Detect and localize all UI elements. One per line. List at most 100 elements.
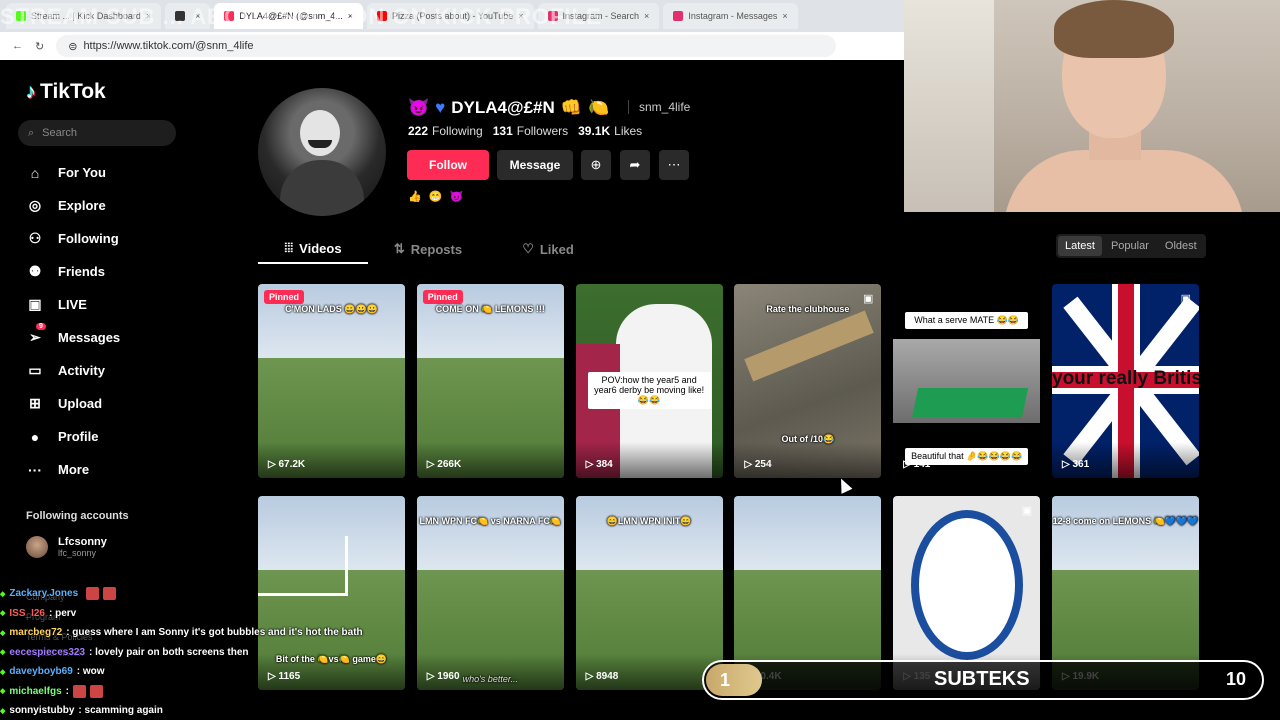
sort-latest[interactable]: Latest — [1058, 236, 1102, 256]
chat-username[interactable]: sonnyistubby — [9, 705, 74, 716]
view-count: ▷ 8948 — [586, 671, 619, 682]
view-count-text: 8948 — [596, 671, 619, 682]
sidebar-item-label: More — [58, 462, 90, 477]
chat-badge-icon: ◆ — [0, 629, 6, 637]
video-thumbnail[interactable]: POV:how the year5 and year6 derby be mov… — [575, 284, 723, 478]
emote-icon — [86, 587, 100, 601]
heart-icon: ♥ — [435, 98, 446, 117]
chat-text: : guess where I am Sonny it's got bubble… — [66, 627, 363, 639]
view-count: ▷ 1960 — [427, 671, 460, 682]
chat-username[interactable]: michaelfgs — [9, 686, 61, 697]
wood-plank — [744, 310, 875, 382]
sidebar-item-more[interactable]: ··· More — [26, 453, 120, 486]
close-icon[interactable]: × — [195, 11, 200, 21]
webcam-background — [904, 0, 994, 212]
view-count-text: 1960 — [437, 671, 460, 682]
friends-icon: ⚉ — [28, 263, 42, 279]
close-icon[interactable]: × — [782, 11, 787, 21]
video-thumbnail[interactable]: 😄LMN WPN INIT😄 ▷ 8948 — [575, 496, 723, 690]
browser-tab[interactable]: DYLA4@£#N (@snm_4... × — [214, 3, 363, 29]
stat-followers[interactable]: 131 Followers — [493, 124, 568, 138]
video-thumbnail[interactable]: Rate the clubhouse Out of /10😂 ▣ ▷ 254 — [734, 284, 882, 478]
stat-following[interactable]: 222 Following — [408, 124, 483, 138]
sidebar-item-explore[interactable]: ◎ Explore — [26, 189, 120, 222]
chat-username[interactable]: daveyboyb69 — [9, 666, 72, 677]
back-icon[interactable]: ← — [12, 40, 23, 52]
browser-tab[interactable]: Stream ... | Kick Dashboard × — [6, 3, 162, 29]
tiktok-logo[interactable]: ♪ TikTok — [26, 80, 106, 104]
sidebar-item-messages[interactable]: ➢ 9 Messages — [26, 321, 120, 354]
video-caption: POV:how the year5 and year6 derby be mov… — [587, 372, 711, 409]
close-icon[interactable]: × — [518, 11, 523, 21]
video-caption-secondary: Out of /10😂 — [781, 434, 835, 444]
sidebar-item-label: Profile — [58, 429, 99, 444]
browser-tab[interactable]: Pizza (Posts about) - YouTube × — [367, 3, 534, 29]
tab-label: Reposts — [410, 241, 463, 257]
sidebar-item-for-you[interactable]: ⌂ For You — [26, 156, 120, 189]
follow-button[interactable]: Follow — [407, 150, 489, 180]
sidebar-item-label: Friends — [58, 264, 105, 279]
browser-tab[interactable]: Instagram - Search × — [537, 3, 660, 29]
browser-tab[interactable]: × — [165, 3, 211, 29]
close-icon[interactable]: × — [348, 11, 353, 21]
sidebar-item-label: Messages — [58, 330, 121, 345]
video-caption: 😄LMN WPN INIT😄 — [606, 516, 692, 526]
search-input[interactable]: ⌕ Search — [18, 120, 176, 146]
video-caption: Rate the clubhouse — [766, 304, 850, 314]
video-thumbnail[interactable]: Pinned C'MON LADS 😀😀😀 ▷ 67.2K — [258, 284, 405, 478]
following-account[interactable]: Lfcsonny lfc_sonny — [26, 536, 107, 558]
tab-reposts[interactable]: ⇅ Reposts — [368, 234, 488, 264]
video-thumbnail[interactable]: LMN WPN FC🍋 vs NARNA FC🍋 who's better... ▷… — [416, 496, 564, 690]
sidebar-item-friends[interactable]: ⚉ Friends — [26, 255, 120, 288]
pinned-badge: Pinned — [422, 290, 463, 304]
sort-oldest[interactable]: Oldest — [1158, 236, 1204, 256]
chat-message: ◆ ISS_I26: perv — [0, 604, 380, 624]
profile-display-name: 😈 ♥ DYLA4@£#N 👊 🍋 — [408, 98, 609, 118]
sort-popular[interactable]: Popular — [1104, 236, 1156, 256]
browser-tab[interactable]: Instagram - Messages × — [663, 3, 798, 29]
close-icon[interactable]: × — [644, 11, 649, 21]
tab-label: Liked — [539, 241, 574, 257]
sidebar-item-following[interactable]: ⚇ Following — [26, 222, 120, 255]
site-info-icon[interactable]: ⊜ — [68, 40, 77, 53]
play-icon: ▷ — [744, 459, 755, 470]
chat-username[interactable]: eecespieces323 — [9, 647, 85, 658]
video-caption: What a serve MATE 😂😂 — [905, 312, 1029, 329]
more-options-icon[interactable]: ⋯ — [659, 150, 689, 180]
chat-username[interactable]: ISS_I26 — [9, 608, 45, 619]
likes-label: Likes — [614, 124, 643, 138]
sidebar-item-label: Following — [58, 231, 119, 246]
tab-videos[interactable]: ⦙⦙⦙ Videos — [258, 234, 368, 264]
sub-goal-bar: 1 SUBTEKS 10 — [702, 660, 1264, 700]
followers-count: 131 — [492, 124, 513, 138]
sidebar-item-upload[interactable]: ⊞ Upload — [26, 387, 120, 420]
sidebar-item-profile[interactable]: ● Profile — [26, 420, 120, 453]
emoji-icon: 👊 — [560, 98, 582, 117]
view-count-text: 266K — [437, 459, 462, 470]
sort-toggle: Latest Popular Oldest — [1056, 234, 1206, 258]
video-thumbnail[interactable]: What a serve MATE 😂😂 Beautiful that 🤌😂😂😂😂… — [893, 284, 1041, 478]
sidebar-item-live[interactable]: ▣ LIVE — [26, 288, 120, 321]
add-friend-icon[interactable]: ⊕ — [581, 150, 611, 180]
address-bar: ← ↻ ⊜ https://www.tiktok.com/@snm_4life — [0, 32, 904, 60]
chat-username[interactable]: Zackary.Jones — [9, 588, 78, 599]
sub-goal-title: SUBTEKS — [934, 668, 1030, 690]
chat-username[interactable]: marcbeg72 — [9, 627, 62, 638]
emote-icon — [89, 684, 103, 698]
close-icon[interactable]: × — [146, 11, 151, 21]
chat-message: ◆ Zackary.Jones — [0, 584, 380, 604]
video-thumbnail[interactable]: Pinned COME ON 🍋 LEMONS !!! ▷ 266K — [416, 284, 564, 478]
logo-text: TikTok — [40, 80, 106, 103]
share-icon[interactable]: ➦ — [620, 150, 650, 180]
tab-liked[interactable]: ♡ Liked — [488, 234, 608, 264]
view-count: ▷ 266K — [427, 459, 461, 470]
sidebar-item-activity[interactable]: ▭ Activity — [26, 354, 120, 387]
video-caption: 12-8 come on LEMONS 🍋💙💙💙 — [1052, 516, 1199, 526]
chat-badge-icon: ◆ — [0, 707, 6, 715]
reload-icon[interactable]: ↻ — [35, 40, 44, 53]
play-icon: ▷ — [903, 459, 914, 470]
video-thumbnail[interactable]: your really Britis ▣ ▷ 361 — [1052, 284, 1199, 478]
url-field[interactable]: ⊜ https://www.tiktok.com/@snm_4life — [56, 35, 837, 57]
message-button[interactable]: Message — [497, 150, 573, 180]
webcam-overlay — [904, 0, 1280, 212]
